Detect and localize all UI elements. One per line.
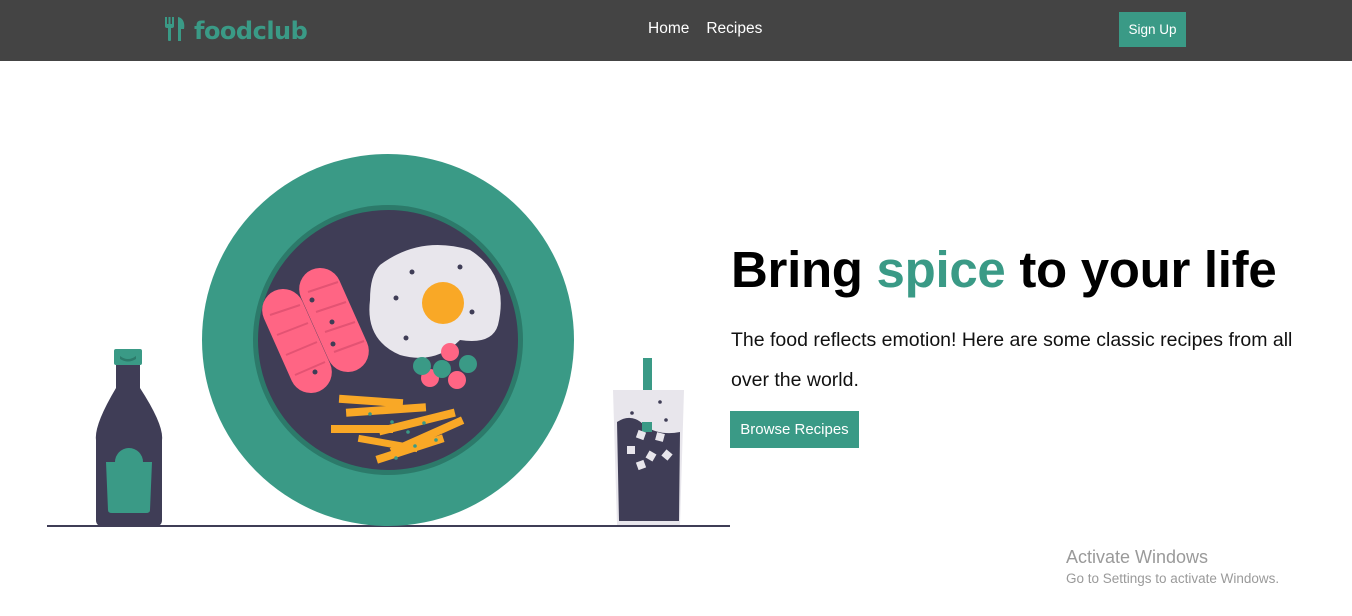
hero-title-start: Bring (731, 241, 877, 298)
hero-title: Bring spice to your life (731, 240, 1277, 299)
drink-glass-icon (613, 358, 684, 525)
brand-name: foodclub (194, 17, 308, 45)
fork-knife-icon (164, 16, 186, 47)
nav-links: Home Recipes (648, 20, 762, 38)
hero-illustration (40, 140, 740, 540)
hero-title-accent: spice (876, 241, 1006, 298)
nav-link-recipes[interactable]: Recipes (706, 20, 762, 38)
sauce-bottle-icon (95, 349, 163, 526)
watermark-title: Activate Windows (1066, 547, 1209, 567)
hero-description: The food reflects emotion! Here are some… (731, 329, 1293, 391)
navbar: foodclub Home Recipes Sign Up (0, 0, 1352, 61)
watermark-subtitle: Go to Settings to activate Windows. (1066, 571, 1280, 586)
sign-up-button[interactable]: Sign Up (1119, 12, 1186, 47)
nav-link-home[interactable]: Home (648, 20, 689, 38)
activate-windows-watermark: Activate Windows Go to Settings to activ… (1066, 547, 1279, 586)
brand-logo[interactable]: foodclub (164, 14, 308, 48)
browse-recipes-button[interactable]: Browse Recipes (730, 411, 859, 448)
hero-title-end: to your life (1005, 241, 1277, 298)
